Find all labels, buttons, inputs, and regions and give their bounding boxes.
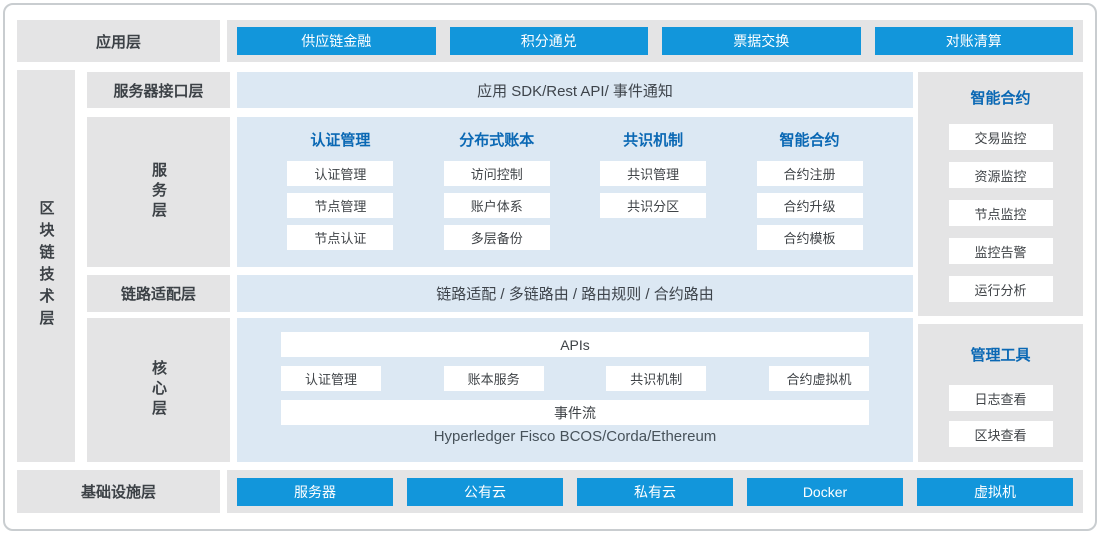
core-module: 认证管理: [281, 366, 381, 391]
service-item: 共识分区: [600, 193, 706, 218]
app-block-bill-exchange: 票据交换: [662, 27, 861, 55]
service-column-header: 认证管理: [287, 129, 393, 149]
service-item: 节点管理: [287, 193, 393, 218]
infra-block-public-cloud: 公有云: [407, 478, 563, 506]
service-item: 认证管理: [287, 161, 393, 186]
blockchain-architecture-diagram: 应用层 供应链金融 积分通兑 票据交换 对账清算 区块链技术层 服务器接口层 服…: [0, 0, 1100, 534]
core-layer-label: 核心层: [151, 360, 166, 420]
infra-block-vm: 虚拟机: [917, 478, 1073, 506]
service-column-auth: 认证管理 认证管理 节点管理 节点认证: [287, 129, 393, 267]
monitor-item: 监控告警: [949, 238, 1053, 264]
service-column-ledger: 分布式账本 访问控制 账户体系 多层备份: [444, 129, 550, 267]
side-panel-header: 管理工具: [970, 344, 1030, 365]
blockchain-tech-layer-bar: 区块链技术层: [17, 70, 75, 462]
monitor-item: 交易监控: [949, 124, 1053, 150]
core-event-stream-bar: 事件流: [281, 400, 869, 425]
interface-layer-label: 服务器接口层: [87, 72, 230, 108]
service-item: 节点认证: [287, 225, 393, 250]
monitor-item: 资源监控: [949, 162, 1053, 188]
blockchain-tech-layer-label: 区块链技术层: [39, 200, 54, 332]
core-platforms-text: Hyperledger Fisco BCOS/Corda/Ethereum: [281, 428, 869, 445]
service-item: 访问控制: [444, 161, 550, 186]
infra-layer-label: 基础设施层: [17, 470, 220, 513]
service-column-header: 分布式账本: [444, 129, 550, 149]
app-layer-label: 应用层: [17, 20, 220, 62]
monitor-item: 节点监控: [949, 200, 1053, 226]
service-item: 合约注册: [757, 161, 863, 186]
core-module: 共识机制: [606, 366, 706, 391]
link-layer-label: 链路适配层: [87, 275, 230, 312]
monitor-item: 运行分析: [949, 276, 1053, 302]
infra-block-docker: Docker: [747, 478, 903, 506]
app-layer-button-row: 供应链金融 积分通兑 票据交换 对账清算: [227, 20, 1083, 62]
service-item: 共识管理: [600, 161, 706, 186]
link-adapter-bar: 链路适配 / 多链路由 / 路由规则 / 合约路由: [237, 275, 913, 312]
service-layer-label: 服务层: [151, 162, 166, 222]
app-block-reconciliation: 对账清算: [875, 27, 1074, 55]
service-layer-label-box: 服务层: [87, 117, 230, 267]
core-modules-row: 认证管理 账本服务 共识机制 合约虚拟机: [281, 366, 869, 391]
service-item: 多层备份: [444, 225, 550, 250]
core-layer-label-box: 核心层: [87, 318, 230, 462]
service-column-header: 智能合约: [757, 129, 863, 149]
service-item: 账户体系: [444, 193, 550, 218]
core-layer-panel: APIs 认证管理 账本服务 共识机制 合约虚拟机 事件流 Hyperledge…: [237, 318, 913, 462]
management-tools-panel: 管理工具 日志查看 区块查看: [918, 324, 1083, 462]
service-item: 合约升级: [757, 193, 863, 218]
service-column-smart-contract: 智能合约 合约注册 合约升级 合约模板: [757, 129, 863, 267]
service-column-consensus: 共识机制 共识管理 共识分区: [600, 129, 706, 267]
core-apis-bar: APIs: [281, 332, 869, 357]
app-block-supply-chain-finance: 供应链金融: [237, 27, 436, 55]
infra-block-private-cloud: 私有云: [577, 478, 733, 506]
infra-block-server: 服务器: [237, 478, 393, 506]
tool-item: 日志查看: [949, 385, 1053, 411]
app-block-points-exchange: 积分通兑: [450, 27, 649, 55]
core-module: 账本服务: [444, 366, 544, 391]
service-column-header: 共识机制: [600, 129, 706, 149]
side-panel-header: 智能合约: [970, 87, 1030, 108]
smart-contract-monitor-panel: 智能合约 交易监控 资源监控 节点监控 监控告警 运行分析: [918, 72, 1083, 316]
infra-layer-button-row: 服务器 公有云 私有云 Docker 虚拟机: [227, 470, 1083, 513]
service-layer-panel: 认证管理 认证管理 节点管理 节点认证 分布式账本 访问控制 账户体系 多层备份…: [237, 117, 913, 267]
tool-item: 区块查看: [949, 421, 1053, 447]
service-item: 合约模板: [757, 225, 863, 250]
core-module: 合约虚拟机: [769, 366, 869, 391]
sdk-api-bar: 应用 SDK/Rest API/ 事件通知: [237, 72, 913, 108]
